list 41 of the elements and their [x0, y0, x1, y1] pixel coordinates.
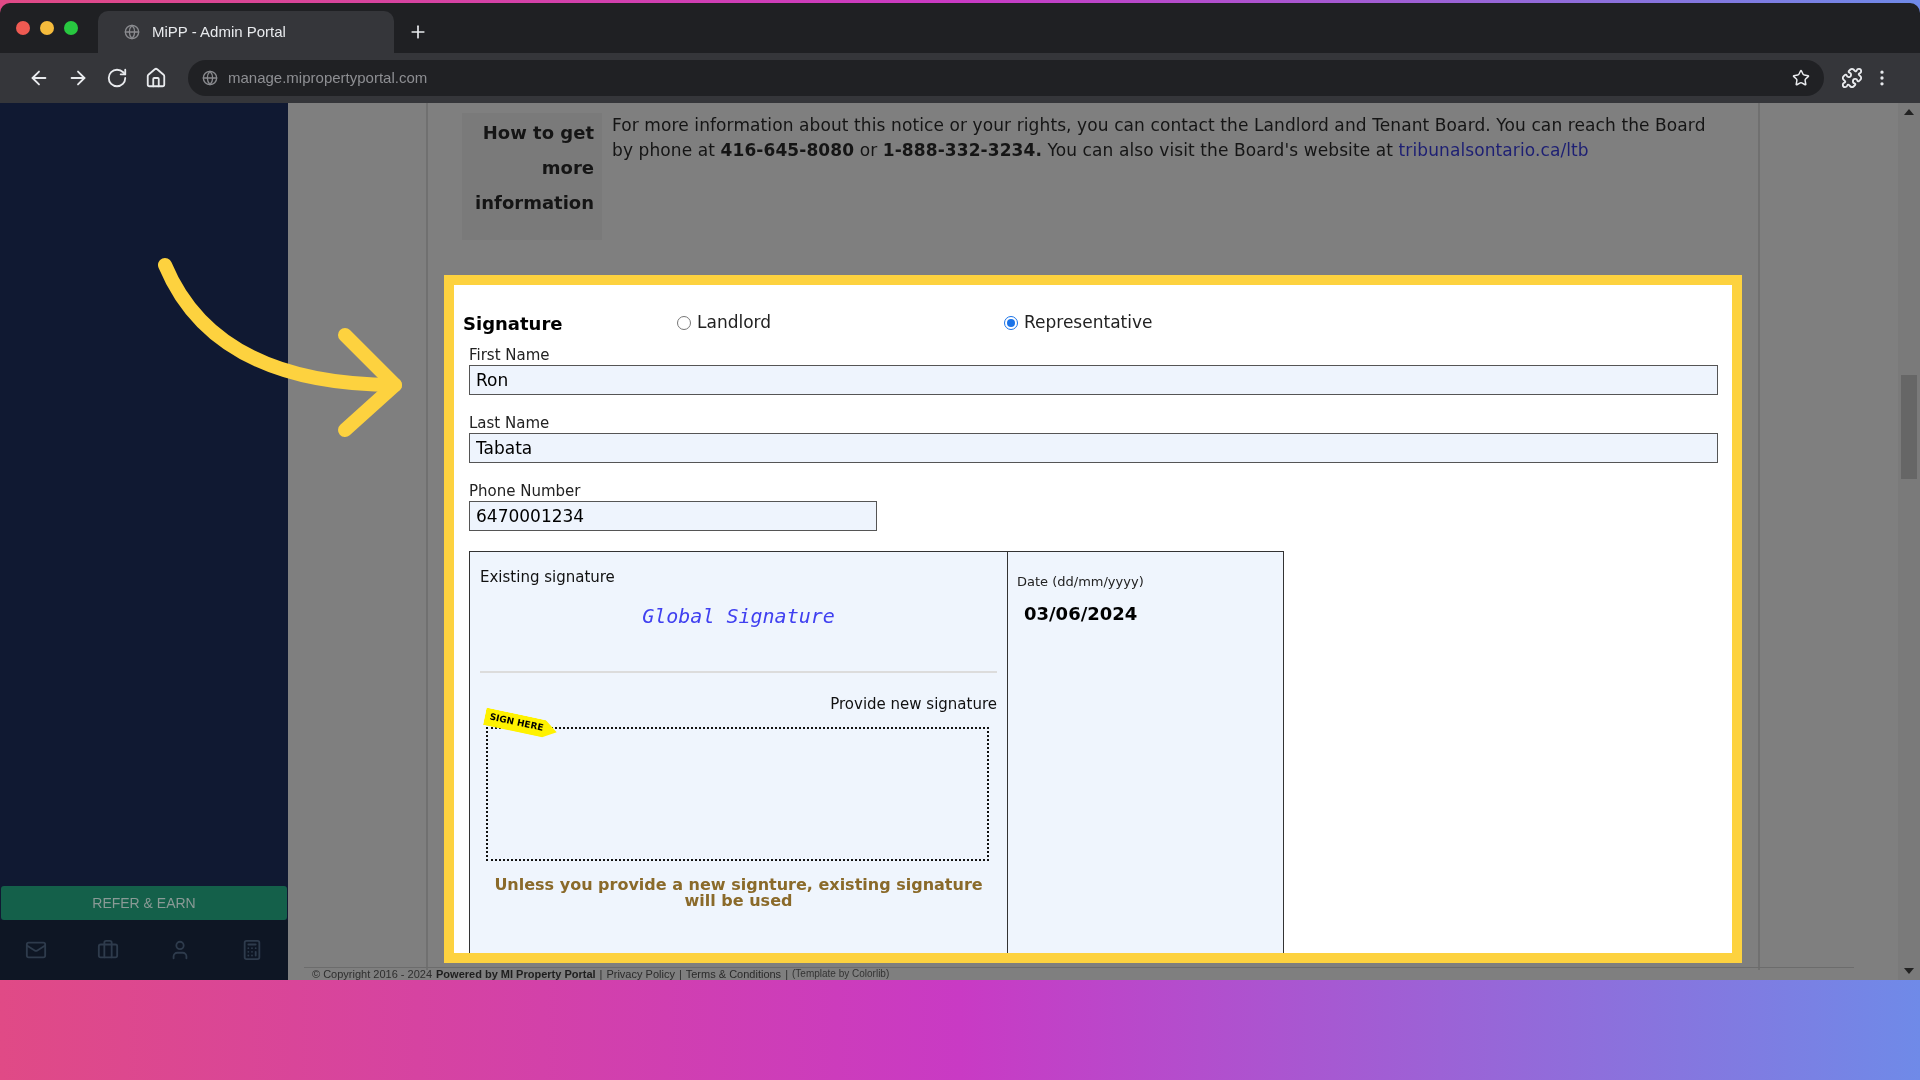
extensions-icon[interactable]	[1841, 67, 1863, 89]
field-label: First Name	[469, 345, 551, 365]
footer-link[interactable]: Terms & Conditions	[685, 968, 782, 980]
radio-label: Representative	[1024, 311, 1153, 335]
radio-label: Landlord	[697, 311, 772, 335]
scrollbar[interactable]	[1898, 103, 1920, 980]
address-bar[interactable]: manage.mipropertyportal.com	[188, 60, 1824, 96]
footer-link[interactable]: Privacy Policy	[606, 968, 675, 980]
footer-separator: |	[678, 968, 682, 980]
field-label: Phone Number	[469, 481, 582, 501]
info-paragraph: For more information about this notice or your rights, you can contact the Landlord and Tenant Board. You can reach the Board by phone at 416-645-8080 or 1-888-332-3234. You can also visit the Board's website at tribunalsontario.ca/ltb	[612, 114, 1707, 162]
board-website-link[interactable]: tribunalsontario.ca/ltb	[1398, 140, 1589, 160]
text-field[interactable]: Tabata	[469, 433, 1718, 463]
refer-earn-button[interactable]: REFER & EARN	[1, 886, 287, 920]
footer-text: (Template by Colorlib)	[792, 968, 890, 980]
signature-title: Signature	[463, 311, 564, 336]
date-label: Date (dd/mm/yyyy)	[1017, 573, 1145, 591]
field-label: Last Name	[469, 413, 551, 433]
date-value: 03/06/2024	[1024, 601, 1139, 626]
existing-signature-label: Existing signature	[480, 567, 616, 588]
close-window-icon[interactable]	[16, 21, 30, 35]
text-field[interactable]: Ron	[469, 365, 1718, 395]
reload-icon[interactable]	[106, 67, 128, 89]
url-text: manage.mipropertyportal.com	[228, 67, 429, 88]
text-field[interactable]: 6470001234	[469, 501, 877, 531]
bookmark-star-icon[interactable]	[1792, 69, 1810, 87]
footer-separator: |	[785, 968, 788, 980]
minimize-window-icon[interactable]	[40, 21, 54, 35]
footer-text: Powered by MI Property Portal	[436, 968, 596, 980]
globe-icon	[202, 70, 218, 86]
home-icon[interactable]	[145, 67, 167, 89]
maximize-window-icon[interactable]	[64, 21, 78, 35]
existing-signature: Global Signature	[642, 602, 835, 630]
footer-separator: |	[599, 968, 603, 980]
footer-text: © Copyright 2016 - 2024	[312, 968, 432, 980]
new-signature-label: Provide new signature	[830, 693, 997, 715]
info-heading: How to get more information	[462, 113, 602, 240]
signature-note: Unless you provide a new signture, existing signature will be used	[493, 877, 984, 909]
globe-icon	[124, 24, 140, 40]
browser-tab[interactable]: MiPP - Admin Portal	[98, 11, 394, 53]
tab-title: MiPP - Admin Portal	[152, 21, 286, 42]
